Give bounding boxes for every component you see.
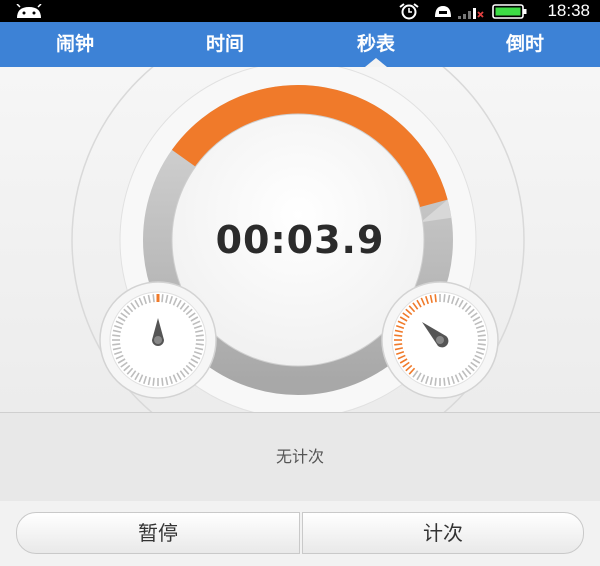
tab-timer[interactable]: 倒时 bbox=[450, 22, 600, 67]
lap-button[interactable]: 计次 bbox=[302, 512, 584, 554]
right-subdial-tick bbox=[477, 334, 486, 337]
left-subdial bbox=[99, 281, 217, 399]
left-subdial-tick bbox=[195, 334, 204, 337]
left-subdial-tick bbox=[152, 294, 155, 303]
status-time: 18:38 bbox=[547, 1, 590, 20]
tab-bar: 闹钟 时间 秒表 倒时 bbox=[0, 22, 600, 67]
tab-alarm[interactable]: 闹钟 bbox=[0, 22, 150, 67]
usb-debug-icon bbox=[435, 6, 451, 17]
right-subdial-tick bbox=[443, 294, 446, 303]
left-subdial-tick bbox=[112, 334, 121, 337]
pause-button[interactable]: 暂停 bbox=[16, 512, 300, 554]
left-subdial-tick bbox=[161, 377, 164, 386]
left-subdial-tick bbox=[161, 294, 164, 303]
elapsed-time: 00:03.9 bbox=[215, 218, 385, 262]
left-subdial-tick bbox=[112, 343, 121, 346]
left-subdial-tick bbox=[195, 343, 204, 346]
bottom-bar: 暂停 计次 bbox=[0, 501, 600, 566]
left-subdial-tick bbox=[152, 377, 155, 386]
android-icon bbox=[16, 4, 42, 18]
right-subdial-tick bbox=[443, 377, 446, 386]
lap-list: 无计次 bbox=[0, 412, 600, 502]
right-subdial-tick bbox=[434, 377, 437, 386]
right-subdial-tick bbox=[394, 334, 403, 337]
right-subdial-tick bbox=[477, 343, 486, 346]
right-subdial-tick bbox=[434, 294, 437, 303]
laps-empty-label: 无计次 bbox=[275, 447, 324, 466]
right-subdial bbox=[381, 281, 499, 399]
selected-tab-indicator bbox=[365, 58, 387, 67]
right-subdial-tick bbox=[394, 343, 403, 346]
alarm-icon bbox=[399, 3, 419, 20]
battery-icon bbox=[492, 4, 527, 19]
signal-icon bbox=[458, 8, 484, 19]
status-bar: 18:38 bbox=[0, 0, 600, 22]
tab-clock[interactable]: 时间 bbox=[150, 22, 300, 67]
